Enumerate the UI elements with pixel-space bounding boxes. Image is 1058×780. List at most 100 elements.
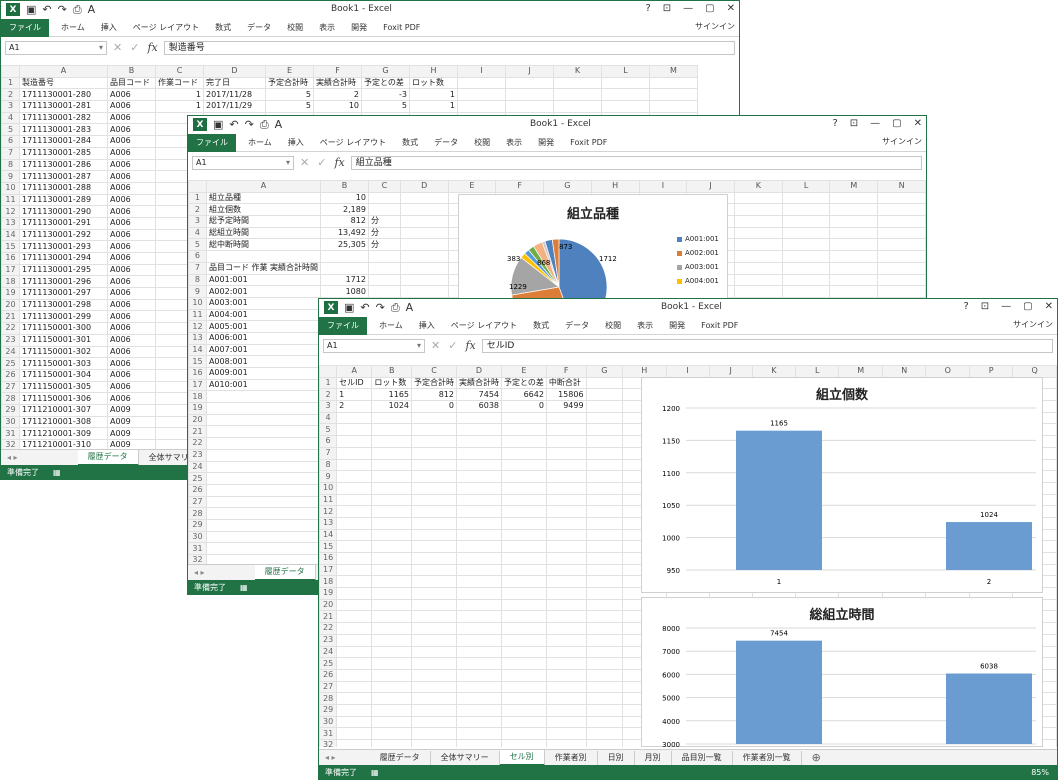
cell[interactable] bbox=[411, 680, 457, 694]
cell[interactable]: 予定との差 bbox=[361, 76, 410, 90]
column-header[interactable]: C bbox=[367, 180, 401, 193]
cell[interactable] bbox=[501, 657, 547, 670]
column-header[interactable]: C bbox=[155, 65, 204, 78]
cell[interactable]: 1711130001-298 bbox=[19, 298, 108, 312]
close-icon[interactable]: ✕ bbox=[914, 118, 922, 129]
cell[interactable] bbox=[585, 715, 624, 729]
row-header[interactable]: 32 bbox=[319, 739, 338, 747]
cell[interactable] bbox=[877, 238, 926, 252]
row-header[interactable]: 3 bbox=[1, 100, 20, 113]
cell[interactable]: A006 bbox=[107, 181, 156, 195]
column-header[interactable]: M bbox=[829, 180, 879, 193]
column-header[interactable]: F bbox=[545, 365, 587, 378]
cell[interactable]: 1024 bbox=[371, 400, 412, 413]
cell[interactable] bbox=[457, 88, 506, 102]
cell[interactable] bbox=[336, 727, 373, 740]
cell[interactable] bbox=[205, 542, 322, 555]
formula-input[interactable]: 組立品種 bbox=[350, 155, 922, 170]
cell[interactable] bbox=[205, 437, 322, 450]
cell[interactable] bbox=[371, 668, 412, 682]
row-header[interactable]: 27 bbox=[1, 380, 20, 394]
cell[interactable] bbox=[781, 215, 831, 228]
cell[interactable] bbox=[411, 505, 457, 518]
cell[interactable] bbox=[371, 715, 412, 729]
cell[interactable]: A006 bbox=[107, 392, 156, 405]
row-header[interactable]: 13 bbox=[188, 331, 207, 345]
cell[interactable]: 10 bbox=[320, 191, 369, 205]
cell[interactable] bbox=[336, 692, 373, 705]
cell[interactable] bbox=[456, 575, 502, 589]
cell[interactable]: 分 bbox=[367, 226, 401, 240]
row-header[interactable]: 4 bbox=[188, 226, 207, 240]
cell[interactable]: 総組立時間 bbox=[205, 226, 322, 240]
cell[interactable] bbox=[205, 402, 322, 415]
cell[interactable]: 予定合計時 bbox=[265, 76, 314, 90]
row-header[interactable]: 16 bbox=[188, 367, 207, 380]
sheet-tab-history[interactable]: 履歴データ bbox=[370, 750, 431, 765]
cell[interactable] bbox=[205, 518, 322, 532]
row-header[interactable]: 13 bbox=[1, 216, 20, 230]
cell[interactable]: 2,189 bbox=[320, 203, 369, 217]
cell[interactable] bbox=[205, 250, 322, 263]
row-header[interactable]: 13 bbox=[319, 516, 338, 530]
cell[interactable] bbox=[829, 250, 879, 263]
signin-link[interactable]: サインイン bbox=[882, 136, 922, 147]
tab-home[interactable]: ホーム bbox=[53, 22, 93, 33]
cell[interactable] bbox=[336, 610, 373, 624]
cell[interactable] bbox=[505, 100, 554, 113]
cell[interactable] bbox=[336, 587, 373, 600]
cell[interactable] bbox=[371, 633, 412, 647]
cell[interactable] bbox=[829, 285, 879, 298]
column-header[interactable]: A bbox=[205, 180, 322, 193]
cell[interactable] bbox=[585, 528, 624, 542]
cell[interactable]: 1711130001-289 bbox=[19, 193, 108, 207]
cell[interactable] bbox=[320, 261, 369, 275]
cell[interactable] bbox=[501, 739, 547, 747]
help-icon[interactable]: ? bbox=[832, 118, 837, 129]
cell[interactable] bbox=[545, 610, 587, 624]
tab-review[interactable]: 校閲 bbox=[466, 137, 498, 148]
row-header[interactable]: 22 bbox=[1, 322, 20, 335]
cell[interactable] bbox=[411, 668, 457, 682]
tab-data[interactable]: データ bbox=[239, 22, 279, 33]
cell[interactable] bbox=[205, 413, 322, 427]
signin-link[interactable]: サインイン bbox=[1013, 319, 1053, 330]
cell[interactable]: 13,492 bbox=[320, 226, 369, 240]
cell[interactable] bbox=[545, 435, 587, 448]
cell[interactable]: A009 bbox=[107, 415, 156, 429]
cell[interactable]: A003:001 bbox=[205, 296, 322, 310]
column-header[interactable]: G bbox=[585, 365, 624, 378]
cell[interactable] bbox=[545, 692, 587, 705]
cell[interactable]: A006 bbox=[107, 380, 156, 394]
cell[interactable] bbox=[501, 645, 547, 659]
cell[interactable] bbox=[336, 563, 373, 577]
cell[interactable] bbox=[501, 727, 547, 740]
cell[interactable] bbox=[456, 493, 502, 507]
row-header[interactable]: 3 bbox=[319, 400, 338, 413]
column-header[interactable]: P bbox=[968, 365, 1014, 378]
help-icon[interactable]: ? bbox=[963, 301, 968, 312]
column-header[interactable]: L bbox=[795, 365, 840, 378]
cell[interactable]: A009:001 bbox=[205, 367, 322, 380]
insert-function-icon[interactable]: fx bbox=[465, 339, 475, 352]
cell[interactable]: A006 bbox=[107, 357, 156, 370]
row-header[interactable]: 24 bbox=[188, 460, 207, 474]
cell[interactable] bbox=[411, 610, 457, 624]
file-tab[interactable]: ファイル bbox=[1, 18, 49, 37]
cell[interactable]: -3 bbox=[361, 88, 410, 102]
select-all-corner[interactable] bbox=[319, 365, 338, 378]
cell[interactable]: 1 bbox=[409, 88, 458, 102]
cell[interactable] bbox=[411, 587, 457, 600]
cell[interactable] bbox=[585, 622, 624, 635]
save-icon[interactable]: ▣ bbox=[344, 301, 354, 314]
cell[interactable]: 1711130001-293 bbox=[19, 240, 108, 253]
row-header[interactable]: 28 bbox=[188, 507, 207, 520]
cell[interactable] bbox=[456, 739, 502, 747]
cell[interactable]: A006 bbox=[107, 170, 156, 183]
cell[interactable]: 組立品種 bbox=[205, 191, 322, 205]
cell[interactable] bbox=[733, 226, 783, 240]
insert-function-icon[interactable]: fx bbox=[334, 156, 344, 169]
row-header[interactable]: 16 bbox=[1, 252, 20, 265]
cell[interactable] bbox=[367, 250, 401, 263]
cell[interactable]: 作業コード bbox=[155, 76, 204, 90]
